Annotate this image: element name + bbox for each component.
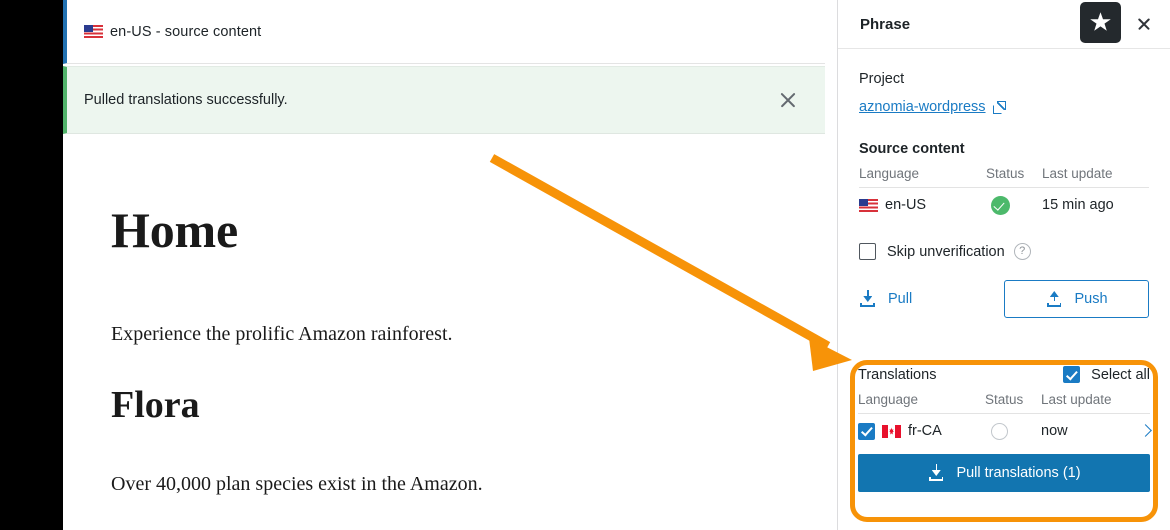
select-all-label: Select all: [1091, 366, 1150, 383]
translation-status-cell: [985, 422, 1041, 440]
skip-unverification-label: Skip unverification: [887, 243, 1005, 260]
pull-translations-label: Pull translations (1): [956, 465, 1081, 481]
translations-header-row: Translations Select all: [858, 366, 1150, 383]
translation-row-checkbox[interactable]: [858, 422, 875, 440]
translation-language-cell: fr-CA: [858, 422, 985, 440]
pull-translations-button[interactable]: Pull translations (1): [858, 454, 1150, 492]
source-last-update: 15 min ago: [1042, 197, 1114, 213]
chevron-right-icon[interactable]: [1139, 424, 1152, 437]
table-row: fr-CA now: [858, 414, 1152, 448]
translations-heading: Translations: [858, 366, 937, 383]
post-intro-paragraph: Experience the prolific Amazon rainfores…: [111, 322, 453, 345]
download-icon: [927, 464, 945, 482]
skip-unverification-checkbox[interactable]: [859, 243, 876, 260]
push-button[interactable]: Push: [1004, 280, 1149, 318]
column-header-last-update: Last update: [1042, 166, 1113, 181]
source-header-label: en-US - source content: [110, 23, 262, 40]
left-black-gutter: [0, 0, 63, 530]
post-section-paragraph: Over 40,000 plan species exist in the Am…: [111, 473, 483, 496]
download-icon: [859, 290, 877, 308]
project-link-row[interactable]: aznomia-wordpress: [859, 99, 1149, 115]
translation-language-label: fr-CA: [908, 423, 942, 439]
check-circle-icon: [991, 195, 1010, 215]
success-notice: Pulled translations successfully.: [63, 66, 825, 134]
close-icon[interactable]: [1127, 7, 1161, 41]
project-label: Project: [859, 71, 905, 87]
page-title: Home: [111, 202, 238, 258]
table-row: en-US 15 min ago: [859, 188, 1149, 222]
table-header-row: Language Status Last update: [859, 166, 1149, 188]
column-header-status: Status: [986, 166, 1025, 181]
upload-icon: [1045, 290, 1063, 308]
source-content-header: en-US - source content: [63, 0, 825, 64]
column-header-language: Language: [858, 392, 919, 407]
source-language-label: en-US: [885, 197, 927, 213]
push-label: Push: [1074, 291, 1108, 307]
translations-section: Translations Select all Language Status …: [858, 366, 1152, 492]
panel-title: Phrase: [860, 15, 911, 33]
translation-last-update: now: [1041, 423, 1068, 439]
external-link-icon[interactable]: [992, 100, 1006, 114]
question-mark-icon[interactable]: ?: [1013, 243, 1031, 260]
post-section-heading: Flora: [111, 383, 200, 426]
star-icon[interactable]: [1080, 1, 1121, 43]
source-status-cell: [986, 195, 1042, 215]
translation-row-expand[interactable]: [1130, 423, 1152, 439]
source-actions-row: Pull Push: [859, 280, 1149, 318]
us-flag-icon: [859, 198, 878, 212]
pull-button[interactable]: Pull: [859, 290, 912, 308]
translations-table: Language Status Last update fr-CA now: [858, 392, 1152, 448]
column-header-last-update: Last update: [1041, 392, 1112, 407]
notice-message: Pulled translations successfully.: [84, 92, 288, 108]
table-header-row: Language Status Last update: [858, 392, 1150, 414]
post-content: Home Experience the prolific Amazon rain…: [63, 136, 825, 499]
screenshot-root: en-US - source content Pulled translatio…: [0, 0, 1170, 530]
source-content-table: Language Status Last update en-US 15 min…: [859, 166, 1149, 222]
panel-body: Project aznomia-wordpress Source content…: [838, 71, 1170, 318]
select-all-checkbox[interactable]: [1063, 366, 1081, 383]
ca-flag-icon: [882, 424, 901, 438]
source-language-cell: en-US: [859, 197, 986, 213]
project-link[interactable]: aznomia-wordpress: [859, 99, 986, 115]
column-header-status: Status: [985, 392, 1024, 407]
us-flag-icon: [84, 25, 103, 38]
close-icon[interactable]: [765, 77, 811, 123]
skip-unverification-row: Skip unverification ?: [859, 243, 1149, 260]
editor-content-column: en-US - source content Pulled translatio…: [63, 0, 899, 530]
column-header-language: Language: [859, 166, 920, 181]
panel-header: Phrase: [838, 0, 1170, 49]
empty-circle-icon: [991, 422, 1008, 440]
source-content-heading: Source content: [859, 141, 965, 157]
pull-label: Pull: [888, 291, 913, 307]
